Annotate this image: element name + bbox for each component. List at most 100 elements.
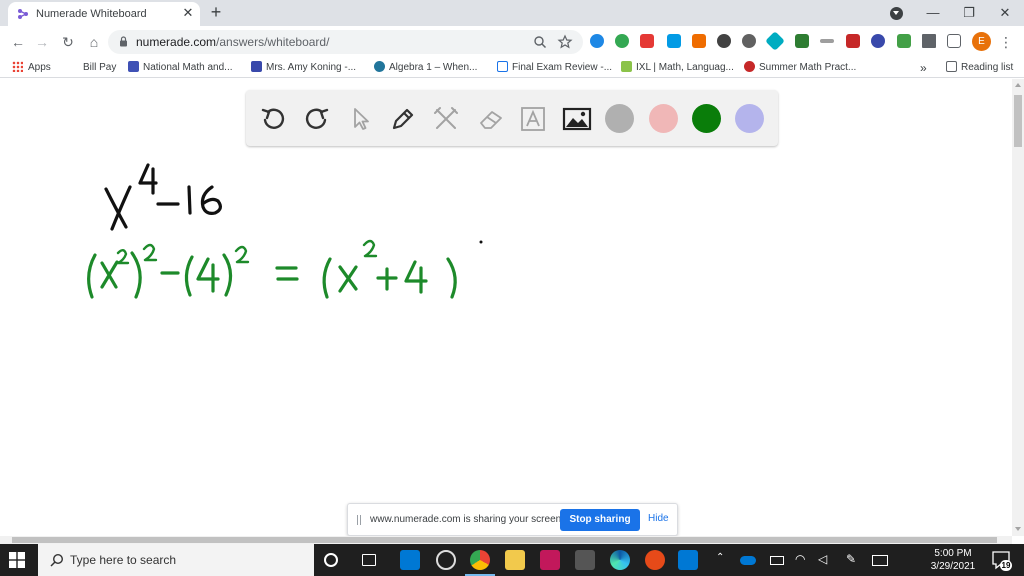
bookmark-algebra-1[interactable]: Algebra 1 – When... xyxy=(374,60,477,76)
url-text[interactable]: numerade.com/answers/whiteboard/ xyxy=(136,35,329,49)
tray-overflow-icon[interactable]: ⌃ xyxy=(716,552,724,563)
extension-8-icon[interactable] xyxy=(765,31,785,51)
undo-icon[interactable] xyxy=(258,104,288,134)
address-bar[interactable]: numerade.com/answers/whiteboard/ xyxy=(108,30,583,54)
battery-icon[interactable] xyxy=(770,556,784,565)
extension-1-icon[interactable] xyxy=(590,34,604,48)
bookmark-label: IXL | Math, Languag... xyxy=(636,62,734,73)
pointer-icon[interactable] xyxy=(346,104,376,134)
extension-2-icon[interactable] xyxy=(615,34,629,48)
new-tab-button[interactable]: + xyxy=(207,3,225,21)
wifi-icon[interactable]: ◠ xyxy=(795,552,805,566)
mail-app-icon[interactable] xyxy=(400,550,420,570)
stop-sharing-button[interactable]: Stop sharing xyxy=(560,509,640,531)
extension-4-icon[interactable] xyxy=(667,34,681,48)
extension-5-icon[interactable] xyxy=(692,34,706,48)
bookmark-label: Algebra 1 – When... xyxy=(389,62,478,73)
bookmarks-overflow-button[interactable]: » xyxy=(920,60,927,76)
vertical-scrollbar[interactable] xyxy=(1012,79,1024,536)
vertical-scroll-thumb[interactable] xyxy=(1014,95,1022,147)
taskbar-search-box[interactable]: Type here to search xyxy=(38,544,314,576)
pen-tray-icon[interactable]: ✎ xyxy=(846,552,856,566)
screen-share-bar: www.numerade.com is sharing your screen.… xyxy=(347,503,678,536)
outlook-icon[interactable] xyxy=(678,550,698,570)
url-host: numerade.com xyxy=(136,35,217,49)
bookmark-bill-pay[interactable]: Bill Pay xyxy=(68,60,116,76)
reload-button[interactable]: ↻ xyxy=(58,32,78,52)
tab-search-icon[interactable] xyxy=(890,7,903,20)
tab-close-icon[interactable]: ✕ xyxy=(180,5,196,21)
profile-avatar[interactable]: E xyxy=(972,32,991,51)
image-icon[interactable] xyxy=(562,104,592,134)
text-icon[interactable] xyxy=(518,104,548,134)
extension-6-icon[interactable] xyxy=(717,34,731,48)
taskbar-clock[interactable]: 5:00 PM 3/29/2021 xyxy=(922,547,984,573)
extension-10-icon[interactable] xyxy=(820,39,834,43)
windows-start-icon[interactable] xyxy=(9,552,25,568)
scroll-down-icon[interactable] xyxy=(1015,527,1021,531)
color-pink-swatch[interactable] xyxy=(649,104,678,133)
chrome-icon[interactable] xyxy=(470,550,490,570)
extensions-puzzle-icon[interactable] xyxy=(922,34,936,48)
cortana-icon[interactable] xyxy=(324,553,338,567)
reading-list-button[interactable]: Reading list xyxy=(946,60,1013,76)
extension-11-icon[interactable] xyxy=(846,34,860,48)
extension-13-icon[interactable] xyxy=(897,34,911,48)
reading-list-icon xyxy=(946,61,957,72)
app-red-icon[interactable] xyxy=(645,550,665,570)
eraser-icon[interactable] xyxy=(476,104,506,134)
notification-center-button[interactable]: 19 xyxy=(990,550,1012,571)
ink-paren-close xyxy=(130,251,142,299)
extension-7-icon[interactable] xyxy=(742,34,756,48)
bookmark-national-math[interactable]: National Math and... xyxy=(128,60,233,76)
clock-time: 5:00 PM xyxy=(934,548,972,559)
horizontal-scroll-thumb[interactable] xyxy=(12,537,997,543)
windows-taskbar: Type here to search ⌃ ◠ ◁ ✎ 5:00 PM 3/29… xyxy=(0,544,1024,576)
bookmark-mrs-amy-koning[interactable]: Mrs. Amy Koning -... xyxy=(251,60,356,76)
bookmark-summer-math[interactable]: Summer Math Pract... xyxy=(744,60,856,76)
ink-paren-close xyxy=(446,257,457,299)
file-explorer-icon[interactable] xyxy=(505,550,525,570)
home-button[interactable]: ⌂ xyxy=(84,32,104,52)
cast-icon[interactable] xyxy=(947,34,961,48)
task-view-icon[interactable] xyxy=(362,554,376,566)
restore-button[interactable]: ❐ xyxy=(958,2,980,24)
whiteboard-canvas[interactable] xyxy=(0,79,1012,536)
zoom-icon[interactable] xyxy=(532,34,548,50)
lock-icon[interactable] xyxy=(119,36,128,47)
keyboard-icon[interactable] xyxy=(872,555,888,566)
hide-button[interactable]: Hide xyxy=(648,513,669,524)
close-window-button[interactable]: ✕ xyxy=(994,2,1016,24)
extension-3-icon[interactable] xyxy=(640,34,654,48)
color-gray-swatch[interactable] xyxy=(605,104,634,133)
back-button[interactable]: ← xyxy=(8,32,28,52)
forward-button[interactable]: → xyxy=(32,32,52,52)
color-lavender-swatch[interactable] xyxy=(735,104,764,133)
bookmark-ixl[interactable]: IXL | Math, Languag... xyxy=(621,60,734,76)
redo-icon[interactable] xyxy=(302,104,332,134)
app-icon[interactable] xyxy=(540,550,560,570)
media-app-icon[interactable] xyxy=(436,550,456,570)
scroll-up-icon[interactable] xyxy=(1015,83,1021,87)
horizontal-scrollbar[interactable] xyxy=(0,536,1012,544)
volume-icon[interactable]: ◁ xyxy=(818,552,827,566)
drag-handle-icon[interactable] xyxy=(357,515,361,525)
onedrive-icon[interactable] xyxy=(740,556,756,565)
tools-icon[interactable] xyxy=(431,104,461,134)
edge-icon[interactable] xyxy=(610,550,630,570)
color-green-swatch[interactable] xyxy=(692,104,721,133)
extension-12-icon[interactable] xyxy=(871,34,885,48)
bookmark-star-icon[interactable] xyxy=(557,34,573,50)
notification-count-badge: 19 xyxy=(1000,560,1012,571)
extension-9-icon[interactable] xyxy=(795,34,809,48)
ink-six xyxy=(200,185,222,215)
minimize-button[interactable]: — xyxy=(922,2,944,24)
ink-equals xyxy=(275,266,299,281)
store-icon[interactable] xyxy=(575,550,595,570)
pen-icon[interactable] xyxy=(388,104,418,134)
bookmark-final-exam-review[interactable]: Final Exam Review -... xyxy=(497,60,612,76)
bookmark-apps[interactable]: Apps xyxy=(12,60,51,76)
browser-menu-icon[interactable]: ⋮ xyxy=(998,32,1014,52)
ink-two xyxy=(116,249,130,265)
tab-numerade-whiteboard[interactable]: Numerade Whiteboard ✕ xyxy=(8,2,200,26)
